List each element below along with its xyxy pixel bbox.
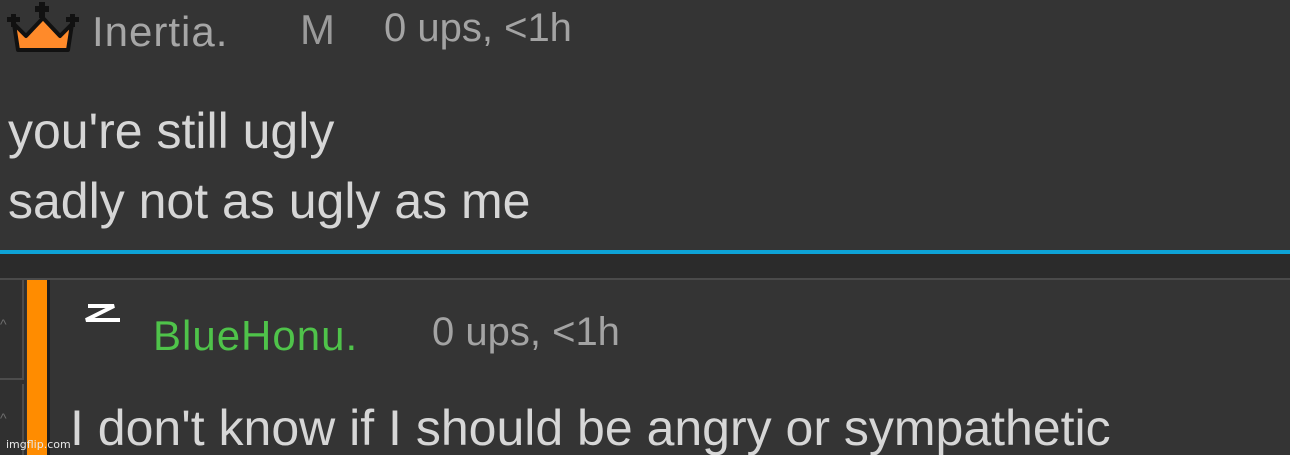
comment-username[interactable]: Inertia.: [92, 8, 228, 56]
comment: Inertia. M 0 ups, <1h you're still ugly …: [0, 0, 1290, 251]
crown-icon: [7, 2, 79, 52]
upvote-button[interactable]: ^: [0, 280, 24, 380]
upvote-arrow-icon: ^: [0, 316, 7, 332]
comment-line: you're still ugly: [8, 103, 335, 159]
comment-body: you're still ugly sadly not as ugly as m…: [8, 96, 531, 236]
moderator-badge: M: [300, 6, 335, 53]
vote-column: ^ ^: [0, 280, 26, 455]
comment-line: sadly not as ugly as me: [8, 173, 531, 229]
thread-indicator-bar: [27, 280, 47, 455]
reply-comment: ^ ^ BlueHonu. 0 ups, <1h I don't know if…: [0, 278, 1290, 455]
comment-thread: Inertia. M 0 ups, <1h you're still ugly …: [0, 0, 1290, 455]
reply-username[interactable]: BlueHonu.: [153, 312, 358, 360]
watermark: imgflip.com: [6, 438, 71, 451]
reply-body: I don't know if I should be angry or sym…: [70, 400, 1111, 455]
thread-indicator-edge: [47, 280, 50, 455]
comment-meta: 0 ups, <1h: [384, 6, 572, 50]
thread-gap: [0, 254, 1290, 278]
downvote-arrow-icon: ^: [0, 410, 7, 426]
mod-lightning-icon: [85, 304, 120, 322]
reply-meta: 0 ups, <1h: [432, 310, 620, 354]
